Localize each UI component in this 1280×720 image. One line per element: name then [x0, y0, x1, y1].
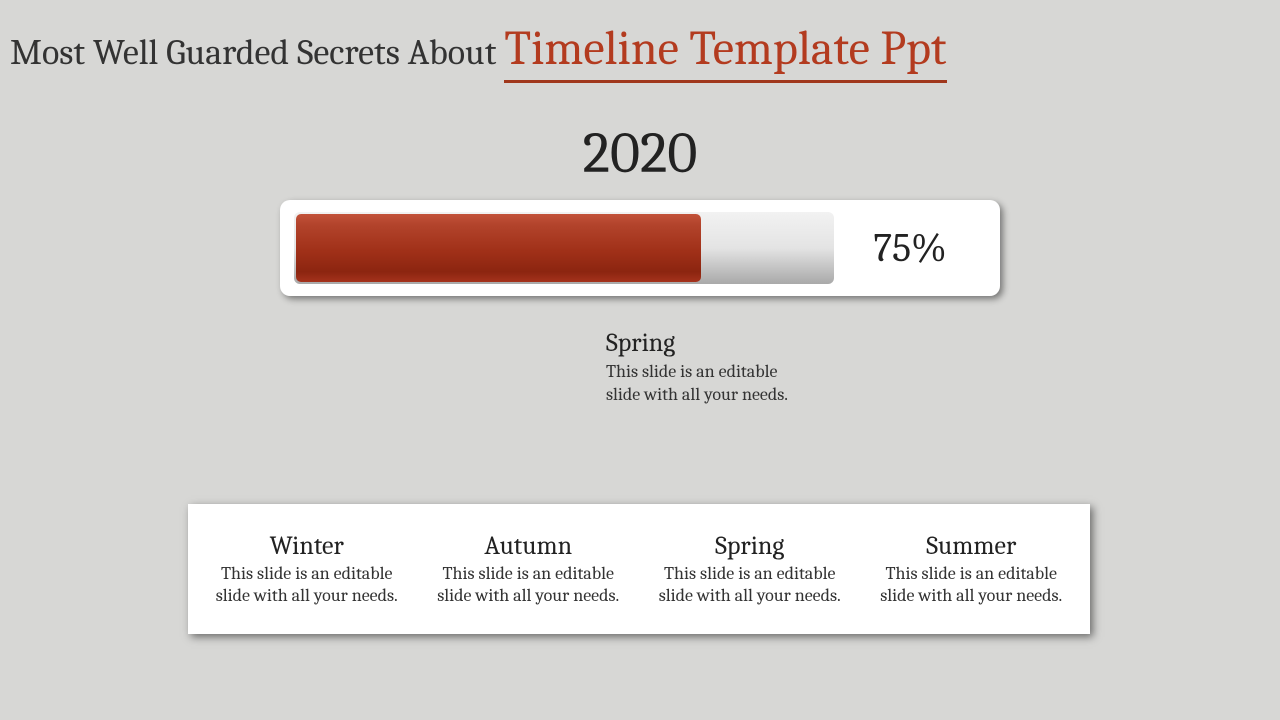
season-desc: This slide is an editable slide with all… [204, 563, 410, 608]
season-title: Summer [869, 531, 1075, 561]
current-season-desc: This slide is an editable slide with all… [606, 360, 806, 407]
progress-percent-label: 75% [834, 225, 986, 271]
season-desc: This slide is an editable slide with all… [426, 563, 632, 608]
progress-bar: 75% [280, 200, 1000, 296]
seasons-bar: Winter This slide is an editable slide w… [188, 504, 1090, 634]
season-title: Autumn [426, 531, 632, 561]
season-desc: This slide is an editable slide with all… [647, 563, 853, 608]
progress-track [294, 212, 834, 284]
year-label: 2020 [0, 120, 1280, 187]
season-title: Winter [204, 531, 410, 561]
season-item: Autumn This slide is an editable slide w… [418, 531, 640, 608]
current-season-block: Spring This slide is an editable slide w… [606, 328, 806, 407]
title-highlight: Timeline Template Ppt [504, 20, 946, 83]
title-prefix: Most Well Guarded Secrets About [10, 32, 504, 73]
slide-title: Most Well Guarded Secrets About Timeline… [10, 20, 1270, 83]
season-item: Spring This slide is an editable slide w… [639, 531, 861, 608]
progress-fill [296, 214, 701, 282]
season-item: Winter This slide is an editable slide w… [196, 531, 418, 608]
season-desc: This slide is an editable slide with all… [869, 563, 1075, 608]
current-season-title: Spring [606, 328, 806, 358]
season-item: Summer This slide is an editable slide w… [861, 531, 1083, 608]
season-title: Spring [647, 531, 853, 561]
